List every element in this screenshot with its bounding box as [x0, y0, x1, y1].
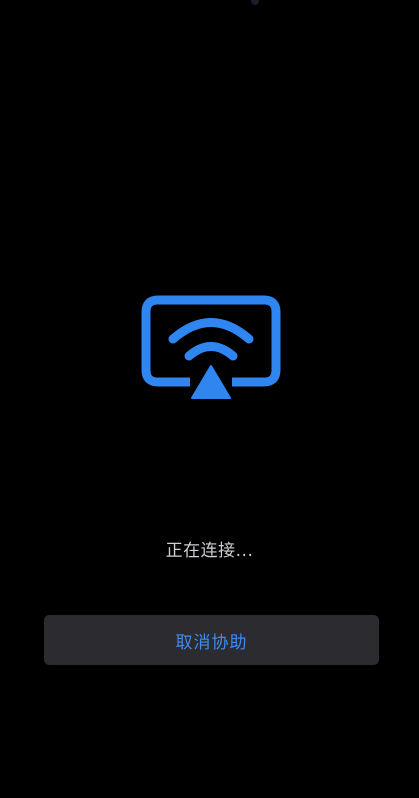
connection-status: 正在连接... — [165, 541, 254, 561]
camera-cutout — [251, 0, 259, 5]
cancel-assistance-button[interactable]: 取消协助 — [44, 615, 379, 665]
screen-share-icon — [140, 294, 282, 400]
cancel-assistance-label: 取消协助 — [175, 632, 248, 653]
